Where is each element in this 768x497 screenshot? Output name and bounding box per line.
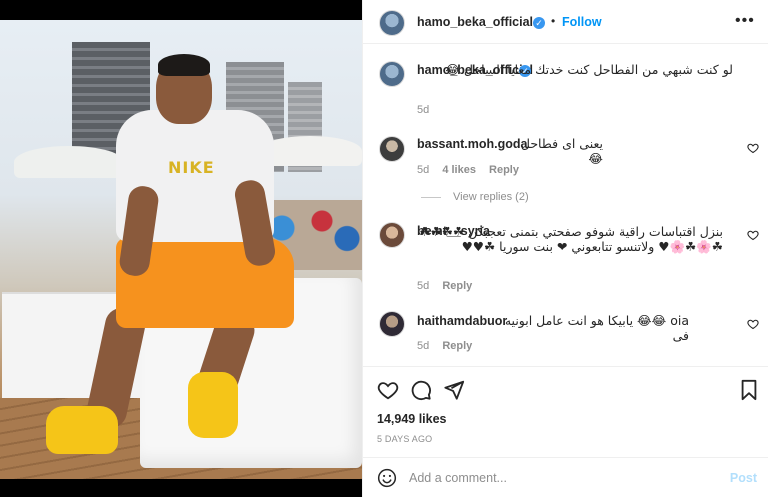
heart-icon[interactable] [377,379,399,401]
comment-text: بنزل اقتباسات راقية شوفو صفحتي بتمنى تعج… [419,224,723,254]
comment-icon[interactable] [410,379,432,401]
comment-age: 5d [417,164,430,176]
photo-letterbox-top [0,0,362,20]
reply-button[interactable]: Reply [489,164,519,176]
comment-username[interactable]: bassant.moh.goda [417,137,527,151]
follow-button[interactable]: Follow [562,15,602,29]
bookmark-icon[interactable] [739,379,759,401]
comment-age: 5d [417,340,430,352]
view-replies-button[interactable]: View replies (2) [453,191,529,203]
heart-icon[interactable] [747,142,759,154]
share-icon[interactable] [443,379,465,401]
comments-list[interactable]: hamo_beka_official ✓ لو كنت شبهي من الفط… [363,44,768,366]
replies-divider [421,197,441,198]
reply-button[interactable]: Reply [442,280,472,292]
avatar[interactable] [379,311,405,337]
comment-text: oia 😂😂 يابيكا هو انت عامل ابونيه فى [504,313,689,343]
avatar[interactable] [379,136,405,162]
post-comment-button[interactable]: Post [730,471,757,485]
comment-meta: 5d Reply [417,340,482,352]
comment-text: يعنى اى فطاحل😂 [520,136,603,166]
shirt-logo: NIKE [168,158,215,177]
header-username[interactable]: hamo_beka_official [417,15,533,29]
photo-scene: NIKE [0,20,362,479]
post-side-panel: hamo_beka_official ✓ • Follow ••• hamo_b… [362,0,768,497]
post-photo[interactable]: NIKE [0,0,362,497]
add-comment-bar: Post [363,457,768,497]
heart-icon[interactable] [747,229,759,241]
comment-meta: 5d Reply [417,280,482,292]
verified-badge-icon: ✓ [533,17,545,29]
comment-age: 5d [417,280,430,292]
add-comment-input[interactable] [409,468,709,488]
avatar[interactable] [379,222,405,248]
caption-age: 5d [417,104,430,116]
person-hair [158,54,210,76]
comment-meta: 5d 4 likes Reply [417,164,529,176]
post-time: 5 DAYS AGO [377,434,433,444]
photo-letterbox-bottom [0,479,362,497]
heart-icon[interactable] [747,318,759,330]
comment-username[interactable]: haithamdabuor [417,314,507,328]
post-header: hamo_beka_official ✓ • Follow ••• [363,0,768,44]
reply-button[interactable]: Reply [442,340,472,352]
avatar[interactable] [379,61,405,87]
avatar[interactable] [379,10,405,36]
comment-likes[interactable]: 4 likes [442,164,476,176]
caption-text: لو كنت شبهي من الفطاحل كنت خدتك معايا ال… [445,62,733,77]
beach-umbrella [14,146,124,178]
likes-count[interactable]: 14,949 likes [377,412,447,426]
yellow-sneaker [188,372,238,438]
emoji-icon[interactable] [377,468,397,488]
more-options-icon[interactable]: ••• [735,12,754,30]
yellow-sneaker [46,406,118,454]
separator-dot: • [551,14,556,28]
